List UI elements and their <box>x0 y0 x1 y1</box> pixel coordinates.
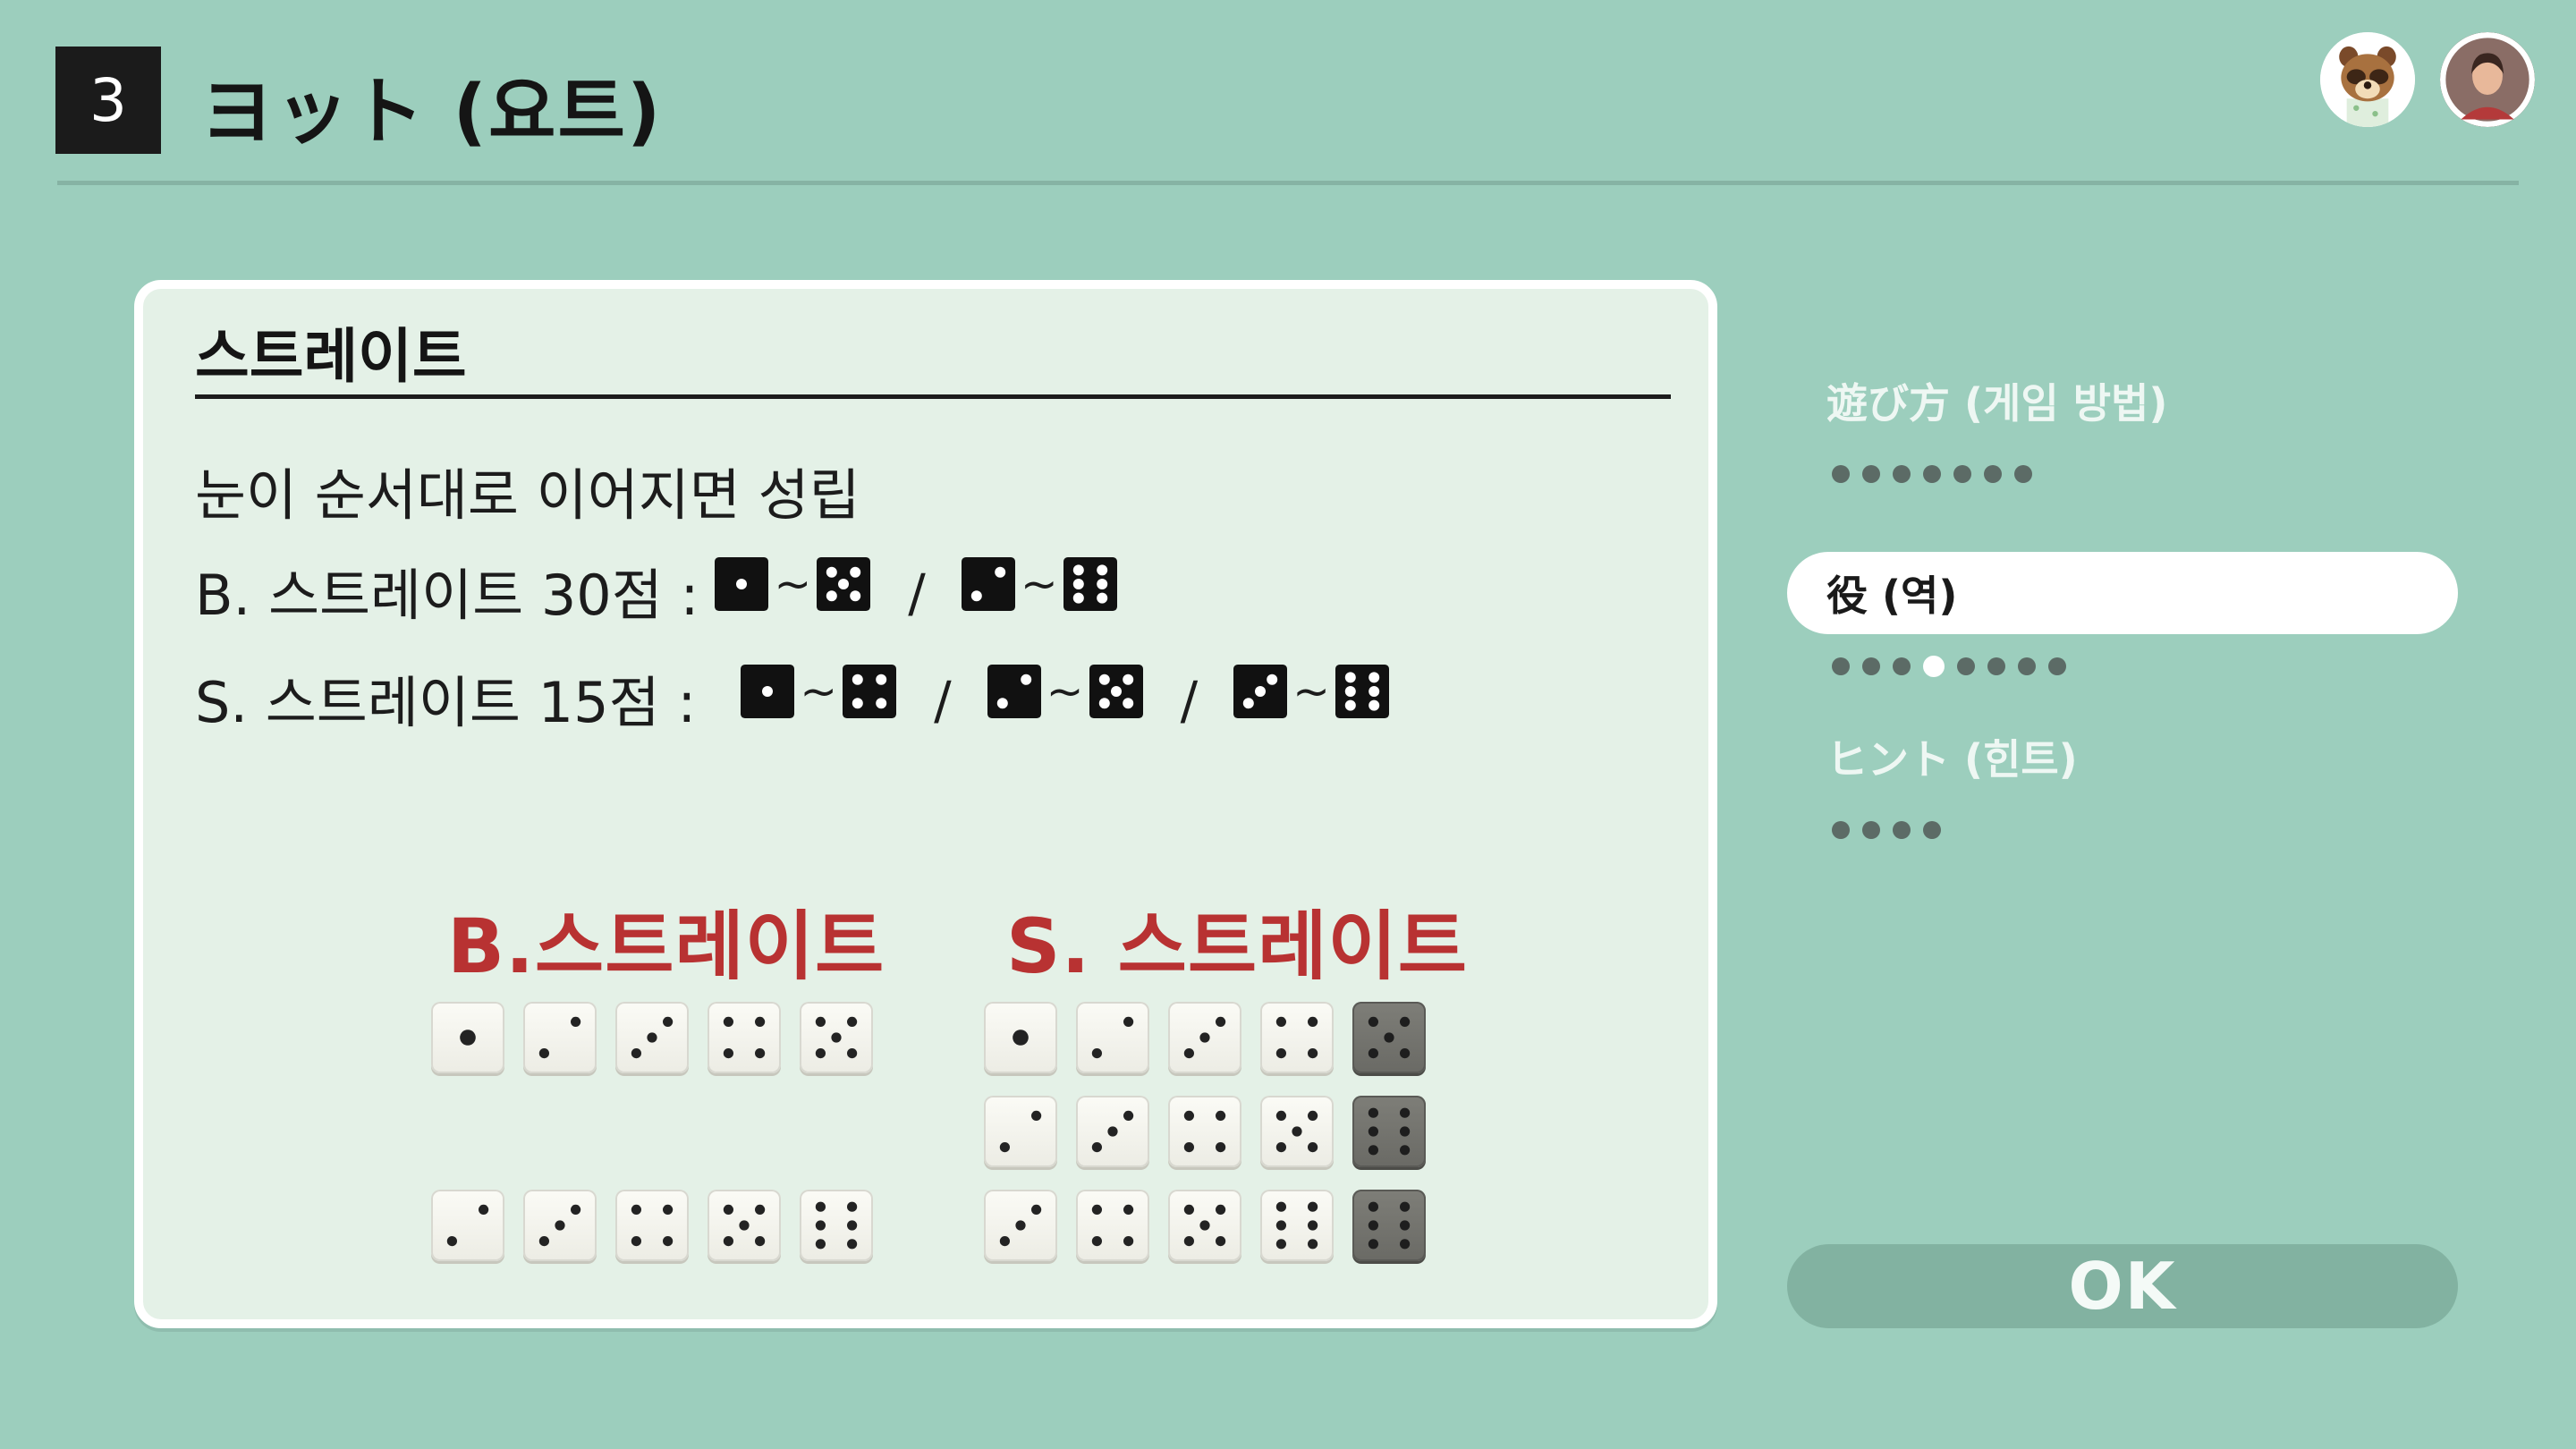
page-dot[interactable] <box>2014 465 2032 483</box>
die-6-icon <box>1352 1096 1426 1167</box>
page-dot[interactable] <box>2048 657 2066 675</box>
page-dot[interactable] <box>1862 657 1880 675</box>
page-dot[interactable] <box>1923 821 1941 839</box>
die-4-icon <box>1076 1190 1149 1261</box>
page-dot[interactable] <box>1923 465 1941 483</box>
page-indicator <box>1832 656 2079 677</box>
die-5-icon <box>800 1002 873 1073</box>
sequence-separator: / <box>934 669 952 731</box>
die-1-icon <box>984 1002 1057 1073</box>
page-dot[interactable] <box>1862 821 1880 839</box>
die-range: ~ <box>715 556 871 611</box>
big-straight-sequences: ~ / ~ <box>699 556 1117 624</box>
die-range: ~ <box>987 664 1143 718</box>
big-straight-label: B. 스트레이트 30점 : <box>195 563 699 628</box>
die-1-icon <box>431 1002 504 1073</box>
sequence-separator: / <box>908 562 926 623</box>
chapter-badge: 3 <box>55 47 161 154</box>
small-straight-rule: S. 스트레이트 15점 : ~ / ~ / ~ <box>195 657 1390 738</box>
die-5-icon <box>708 1190 781 1261</box>
page-dot[interactable] <box>1862 465 1880 483</box>
die-face-6-icon <box>1335 664 1390 718</box>
range-tilde: ~ <box>1020 557 1058 610</box>
die-6-icon <box>1260 1190 1334 1261</box>
menu-item-2[interactable]: 役 (역) <box>1787 552 2458 634</box>
die-face-2-icon <box>961 556 1015 611</box>
die-4-icon <box>1260 1002 1334 1073</box>
die-2-icon <box>1076 1002 1149 1073</box>
range-tilde: ~ <box>1292 665 1331 717</box>
page-dot[interactable] <box>1953 465 1971 483</box>
dice-row <box>984 1190 1445 1261</box>
die-3-icon <box>1076 1096 1149 1167</box>
page-dot[interactable] <box>1984 465 2002 483</box>
page-indicator <box>1832 465 2045 483</box>
die-range: ~ <box>961 556 1117 611</box>
dice-row <box>984 1096 1445 1167</box>
small-straight-label: S. 스트레이트 15점 : <box>195 670 697 735</box>
die-face-5-icon <box>1089 664 1143 718</box>
die-3-icon <box>1168 1002 1241 1073</box>
page-dot[interactable] <box>1832 465 1850 483</box>
die-2-icon <box>984 1096 1057 1167</box>
die-face-1-icon <box>715 556 769 611</box>
die-3-icon <box>523 1190 597 1261</box>
die-range: ~ <box>1233 664 1390 718</box>
dice-row <box>431 1002 892 1073</box>
die-5-icon <box>1260 1096 1334 1167</box>
person-icon <box>2440 32 2535 127</box>
range-tilde: ~ <box>800 665 838 717</box>
range-tilde: ~ <box>1046 665 1084 717</box>
die-3-icon <box>615 1002 689 1073</box>
small-straight-section-title: S. 스트레이트 <box>1006 902 1469 990</box>
menu-item-1[interactable]: 遊び方 (게임 방법) <box>1787 360 2458 442</box>
range-tilde: ~ <box>774 557 812 610</box>
page-dot[interactable] <box>1957 657 1975 675</box>
panel-title: 스트레이트 <box>195 322 467 391</box>
die-4-icon <box>708 1002 781 1073</box>
page-dot[interactable] <box>1832 821 1850 839</box>
page-dot[interactable] <box>1987 657 2005 675</box>
player-avatar[interactable] <box>2440 32 2535 127</box>
die-face-1-icon <box>741 664 795 718</box>
page-dot[interactable] <box>1923 656 1945 677</box>
page-dot[interactable] <box>2018 657 2036 675</box>
die-face-6-icon <box>1063 556 1117 611</box>
big-straight-rule: B. 스트레이트 30점 : ~ / ~ <box>195 550 1117 631</box>
die-face-5-icon <box>817 556 871 611</box>
tom-nook-avatar[interactable] <box>2320 32 2415 127</box>
die-2-icon <box>431 1190 504 1261</box>
big-straight-section-title: B.스트레이트 <box>447 902 886 990</box>
die-4-icon <box>1168 1096 1241 1167</box>
small-straight-sequences: ~ / ~ / ~ <box>696 664 1390 732</box>
die-5-icon <box>1168 1190 1241 1261</box>
dice-row <box>431 1190 892 1261</box>
die-face-2-icon <box>987 664 1041 718</box>
page-dot[interactable] <box>1893 821 1911 839</box>
header-divider <box>57 181 2519 185</box>
die-face-3-icon <box>1233 664 1288 718</box>
page-dot[interactable] <box>1832 657 1850 675</box>
sequence-separator: / <box>1180 669 1199 731</box>
die-5-icon <box>1352 1002 1426 1073</box>
rule-panel: 스트레이트 눈이 순서대로 이어지면 성립 B. 스트레이트 30점 : ~ / ~… <box>134 280 1717 1328</box>
page-indicator <box>1832 821 1953 839</box>
die-6-icon <box>800 1190 873 1261</box>
dice-row <box>984 1002 1445 1073</box>
die-4-icon <box>615 1190 689 1261</box>
die-range: ~ <box>741 664 897 718</box>
die-face-4-icon <box>843 664 897 718</box>
ok-button[interactable]: OK <box>1787 1244 2458 1328</box>
page-title: ヨット (요트) <box>200 70 663 155</box>
page-dot[interactable] <box>1893 657 1911 675</box>
tanuki-icon <box>2320 32 2415 127</box>
panel-title-divider <box>195 394 1671 399</box>
die-3-icon <box>984 1190 1057 1261</box>
die-2-icon <box>523 1002 597 1073</box>
rule-description: 눈이 순서대로 이어지면 성립 <box>195 462 860 528</box>
die-6-icon <box>1352 1190 1426 1261</box>
menu-item-3[interactable]: ヒント (힌트) <box>1787 716 2458 798</box>
page-dot[interactable] <box>1893 465 1911 483</box>
